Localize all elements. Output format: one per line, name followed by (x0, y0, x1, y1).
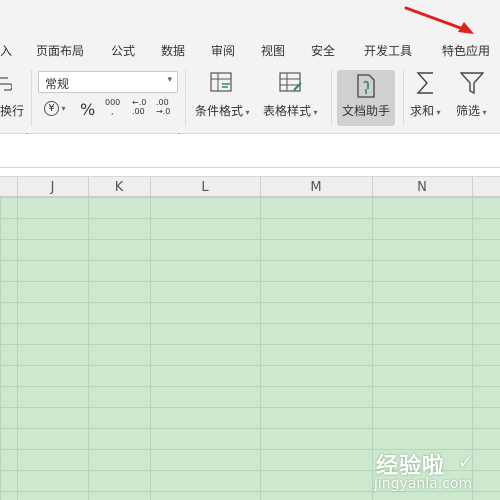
column-header-n[interactable]: N (372, 180, 472, 195)
chevron-down-icon: ▾ (243, 108, 250, 117)
column-header-k[interactable]: K (88, 180, 150, 195)
ribbon: 换行 常规 ▾ ¥ ▾ % 000, ←.0 .00 .00 →.0 条件格式 … (0, 64, 500, 139)
checkmark-icon: ✓ (458, 452, 474, 473)
filter-icon[interactable] (459, 71, 485, 99)
decrease-decimal-button[interactable]: ←.0 .00 (132, 98, 150, 116)
chevron-down-icon: ▾ (434, 108, 441, 117)
formula-bar[interactable] (0, 134, 500, 168)
currency-button[interactable]: ¥ ▾ (44, 100, 66, 116)
percent-button[interactable]: % (80, 100, 95, 119)
column-header-row: J K L M N (0, 176, 500, 198)
sum-button[interactable]: 求和 ▾ (410, 102, 441, 119)
tab-view[interactable]: 视图 (261, 42, 285, 59)
thousands-separator-button[interactable]: 000, (105, 98, 120, 116)
conditional-format-icon[interactable] (210, 72, 234, 98)
tab-insert[interactable]: 入 (0, 42, 12, 59)
tab-formulas[interactable]: 公式 (111, 42, 135, 59)
tab-page-layout[interactable]: 页面布局 (36, 42, 84, 59)
filter-button[interactable]: 筛选 ▾ (456, 102, 487, 119)
doc-helper-label: 文档助手 (342, 104, 391, 118)
watermark: 经验啦 ✓ jingyanla.com (372, 446, 500, 500)
conditional-format-label: 条件格式 (195, 104, 244, 118)
increase-decimal-button[interactable]: .00 →.0 (156, 98, 174, 116)
tab-special-apps[interactable]: 特色应用 (442, 42, 490, 59)
sum-icon[interactable] (415, 71, 437, 99)
annotation-arrow-icon (404, 6, 474, 34)
table-style-label: 表格样式 (263, 104, 312, 118)
chevron-down-icon: ▾ (59, 104, 66, 113)
tab-developer-tools[interactable]: 开发工具 (364, 42, 412, 59)
column-header-l[interactable]: L (150, 180, 260, 195)
tab-data[interactable]: 数据 (161, 42, 185, 59)
watermark-url: jingyanla.com (374, 476, 473, 492)
chevron-down-icon: ▾ (480, 108, 487, 117)
doc-helper-button[interactable]: 文档助手 (337, 70, 395, 126)
conditional-format-button[interactable]: 条件格式 ▾ (195, 102, 250, 119)
doc-helper-icon (356, 74, 376, 102)
thousands-label: 000 (105, 98, 121, 107)
wrap-text-icon[interactable] (0, 74, 13, 100)
grid-line (260, 197, 261, 500)
currency-icon: ¥ (44, 101, 59, 116)
grid-line (17, 197, 18, 500)
chevron-down-icon: ▾ (167, 75, 172, 85)
tab-review[interactable]: 审阅 (211, 42, 235, 59)
column-header-j[interactable]: J (17, 180, 88, 195)
decrease-decimal-label: ←.0 .00 (132, 98, 147, 116)
chevron-down-icon: ▾ (311, 108, 318, 117)
wrap-text-label[interactable]: 换行 (0, 102, 24, 119)
filter-label: 筛选 (456, 104, 481, 118)
increase-decimal-label: .00 →.0 (156, 98, 171, 116)
grid-line (150, 197, 151, 500)
column-header-m[interactable]: M (260, 180, 372, 195)
sum-label: 求和 (410, 104, 435, 118)
table-style-button[interactable]: 表格样式 ▾ (263, 102, 318, 119)
tab-security[interactable]: 安全 (311, 42, 335, 59)
number-format-select[interactable]: 常规 ▾ (38, 71, 178, 93)
grid-line (88, 197, 89, 500)
number-format-value: 常规 (45, 77, 70, 91)
table-style-icon[interactable] (279, 72, 303, 98)
